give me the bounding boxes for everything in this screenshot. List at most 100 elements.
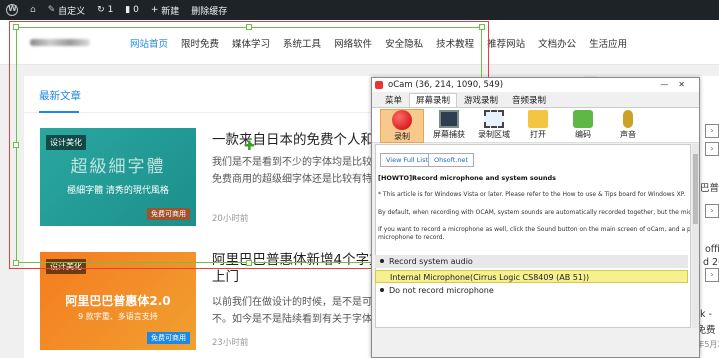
screen-capture-icon: [439, 110, 459, 128]
option-label: Do not record microphone: [389, 286, 494, 295]
main-nav: 网站首页 限时免费 媒体学习 系统工具 网络软件 安全隐私 技术教程 推荐网站 …: [130, 36, 640, 50]
nav-item-recommended[interactable]: 推荐网站: [487, 36, 525, 50]
ocam-tabs: 菜单 屏幕录制 游戏录制 音频录制: [372, 93, 699, 107]
wp-admin-bar: ⌂ ✎ 自定义 ↻ 1 ▮ 0 + 新建 删除缓存: [0, 0, 719, 20]
chevron-right-icon[interactable]: ›: [705, 204, 719, 218]
chevron-right-icon[interactable]: ›: [705, 142, 719, 156]
encode-label: 编码: [575, 130, 591, 139]
category-tag[interactable]: 设计美化: [46, 259, 86, 274]
resize-handle[interactable]: [13, 260, 19, 266]
nav-item-tutorial[interactable]: 技术教程: [436, 36, 474, 50]
view-full-list-button[interactable]: View Full List: [380, 153, 435, 167]
status-bar: [375, 330, 696, 357]
sound-label: 声音: [620, 130, 636, 139]
record-area-icon: [484, 110, 504, 128]
window-controls[interactable]: —✕: [660, 78, 695, 92]
screen-capture-button[interactable]: 屏幕捕获: [427, 109, 471, 143]
home-icon[interactable]: ⌂: [24, 0, 42, 20]
article-time: 23小时前: [212, 338, 249, 348]
microphone-icon: [623, 110, 633, 128]
clear-cache-link[interactable]: 删除缓存: [185, 0, 233, 20]
updates-link[interactable]: ↻ 1: [91, 0, 119, 20]
nav-item-system[interactable]: 系统工具: [283, 36, 321, 50]
customize-link[interactable]: ✎ 自定义: [42, 0, 91, 20]
chevron-right-icon[interactable]: ›: [705, 268, 719, 282]
article-thumbnail[interactable]: 设计美化 阿里巴巴普惠体2.0 9 款字重、多语言支持 免费可商用: [40, 252, 196, 350]
customize-label: 自定义: [58, 6, 86, 17]
thumbnail-text: 阿里巴巴普惠体2.0: [65, 294, 171, 308]
screen-capture-label: 屏幕捕获: [433, 130, 465, 139]
resize-handle[interactable]: [13, 142, 19, 148]
comment-icon: ▮: [125, 5, 131, 15]
article-excerpt: 免费商用的超级细字体还是比较有特: [212, 174, 372, 185]
resize-handle[interactable]: [479, 24, 485, 30]
article-thumbnail[interactable]: 设计美化 超級細字體 極細字體 清秀的現代風格 免费可商用: [40, 128, 196, 226]
sidebar-text[interactable]: 巴普: [700, 180, 719, 194]
tab-menu[interactable]: 菜单: [378, 93, 409, 107]
free-badge: 免费可商用: [147, 208, 190, 220]
tab-screen-record[interactable]: 屏幕录制: [409, 93, 458, 107]
nav-item-network[interactable]: 网络软件: [334, 36, 372, 50]
sidebar-text[interactable]: office: [705, 244, 719, 255]
thumbnail-text: 超級細字體: [70, 157, 166, 177]
scrollbar[interactable]: [692, 144, 699, 328]
resize-handle[interactable]: [246, 24, 252, 30]
nav-item-security[interactable]: 安全隐私: [385, 36, 423, 50]
encode-button[interactable]: 编码: [561, 109, 605, 143]
option-label: Internal Microphone(Cirrus Logic CS8409 …: [390, 273, 590, 282]
free-badge: 免费可商用: [147, 332, 190, 344]
nav-item-life[interactable]: 生活应用: [589, 36, 627, 50]
sound-option[interactable]: Do not record microphone: [375, 284, 688, 297]
comments-count: 0: [133, 5, 139, 15]
article-excerpt: 以前我们在做设计的时候，是不是可: [212, 297, 372, 308]
open-button[interactable]: 打开: [516, 109, 560, 143]
plus-icon: +: [150, 5, 159, 15]
new-label: 新建: [161, 6, 180, 17]
article-excerpt: 我们是不是看到不少的字体均是比较: [212, 157, 372, 168]
sound-option[interactable]: Record system audio: [375, 255, 688, 268]
open-label: 打开: [530, 130, 546, 139]
resize-handle[interactable]: [246, 260, 252, 266]
nav-item-media[interactable]: 媒体学习: [232, 36, 270, 50]
clear-cache-label: 删除缓存: [191, 6, 228, 17]
record-area-button[interactable]: 录制区域: [472, 109, 516, 143]
site-logo[interactable]: [30, 39, 90, 46]
article-excerpt: 不。如今是不是陆续看到有关于字体: [212, 314, 372, 325]
info-text: By default, when recording with OCAM, sy…: [378, 209, 690, 216]
chevron-right-icon[interactable]: ›: [705, 124, 719, 138]
ohsoft-link-button[interactable]: Ohsoft.net: [428, 153, 475, 167]
record-label: 录制: [394, 132, 410, 141]
record-icon: [392, 110, 412, 130]
category-tag[interactable]: 设计美化: [46, 135, 86, 150]
nav-item-home[interactable]: 网站首页: [130, 36, 168, 50]
window-title: oCam (36, 214, 1090, 549): [388, 80, 504, 90]
radio-dot-icon: [380, 288, 384, 292]
option-label: Record system audio: [389, 257, 473, 266]
site-header: 网站首页 限时免费 媒体学习 系统工具 网络软件 安全隐私 技术教程 推荐网站 …: [0, 20, 719, 65]
nav-item-free[interactable]: 限时免费: [181, 36, 219, 50]
info-text: * This article is for Windows Vista or l…: [378, 191, 686, 198]
sound-button[interactable]: 声音: [606, 109, 650, 143]
ocam-window: oCam (36, 214, 1090, 549) —✕ 菜单 屏幕录制 游戏录制…: [371, 77, 700, 358]
wordpress-logo-icon: [6, 4, 18, 16]
folder-icon: [528, 110, 548, 128]
ocam-toolbar: 录制 屏幕捕获 录制区域 打开 编码 声音: [372, 107, 699, 143]
wordpress-menu[interactable]: [0, 0, 24, 20]
sidebar-text[interactable]: k -: [700, 309, 712, 320]
window-titlebar[interactable]: oCam (36, 214, 1090, 549) —✕: [372, 78, 699, 92]
record-button[interactable]: 录制: [380, 109, 424, 143]
nav-item-office[interactable]: 文档办公: [538, 36, 576, 50]
resize-handle[interactable]: [13, 24, 19, 30]
sidebar-text[interactable]: d 20: [703, 257, 719, 268]
record-area-label: 录制区域: [478, 130, 510, 139]
tab-audio-record[interactable]: 音频录制: [505, 93, 553, 107]
move-crosshair-icon[interactable]: ✚: [244, 139, 255, 154]
new-content-link[interactable]: + 新建: [145, 0, 185, 20]
tab-game-record[interactable]: 游戏录制: [457, 93, 505, 107]
thumbnail-subtext: 極細字體 清秀的現代風格: [67, 186, 169, 196]
updates-icon: ↻: [97, 5, 105, 15]
comments-link[interactable]: ▮ 0: [119, 0, 145, 20]
sound-option[interactable]: Internal Microphone(Cirrus Logic CS8409 …: [375, 270, 688, 283]
check-icon: [380, 259, 384, 263]
info-text: microphone to record.: [378, 234, 445, 241]
